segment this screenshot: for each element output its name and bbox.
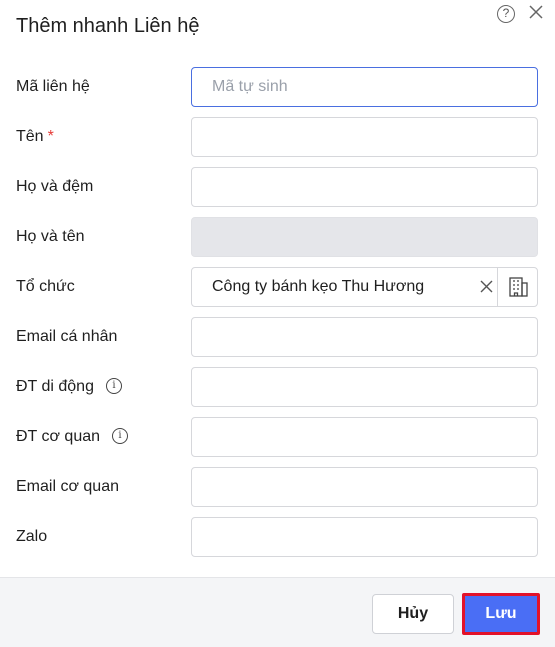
full-name-input: [191, 217, 538, 257]
mobile-phone-label: ĐT di động i: [16, 367, 122, 407]
row-work-email: Email cơ quan: [0, 467, 555, 507]
info-icon[interactable]: i: [105, 378, 122, 394]
dialog-footer: Hủy Lưu: [0, 577, 555, 647]
row-contact-code: Mã liên hệ: [0, 67, 555, 107]
first-name-label-text: Tên: [16, 128, 44, 145]
organization-field[interactable]: Công ty bánh kẹo Thu Hương: [191, 267, 538, 307]
organization-value: Công ty bánh kẹo Thu Hương: [212, 278, 425, 295]
first-name-label: Tên *: [16, 117, 54, 157]
help-icon[interactable]: ?: [497, 5, 515, 23]
quick-add-contact-dialog: Thêm nhanh Liên hệ ? Mã liên hệ Tên* Họ …: [0, 0, 555, 647]
row-zalo: Zalo: [0, 517, 555, 557]
mobile-phone-input[interactable]: [191, 367, 538, 407]
mobile-phone-label-text: ĐT di động: [16, 378, 94, 395]
contact-code-label: Mã liên hệ: [16, 78, 90, 95]
middle-name-input[interactable]: [191, 167, 538, 207]
row-full-name: Họ và tên: [0, 217, 555, 257]
zalo-input[interactable]: [191, 517, 538, 557]
row-organization: Tổ chức Công ty bánh kẹo Thu Hương: [0, 267, 555, 307]
close-icon[interactable]: [528, 4, 544, 20]
row-first-name: Tên *: [0, 117, 555, 157]
zalo-label: Zalo: [16, 528, 48, 545]
dialog-title: Thêm nhanh Liên hệ: [16, 15, 200, 37]
info-icon[interactable]: i: [112, 428, 129, 444]
work-email-input[interactable]: [191, 467, 538, 507]
office-phone-label-text: ĐT cơ quan: [16, 428, 101, 445]
full-name-label: Họ và tên: [16, 228, 85, 245]
first-name-input[interactable]: [191, 117, 538, 157]
save-button[interactable]: Lưu: [462, 593, 540, 635]
clear-icon[interactable]: [480, 280, 493, 293]
organization-label: Tổ chức: [16, 278, 75, 295]
row-office-phone: ĐT cơ quan i: [0, 417, 555, 457]
office-phone-input[interactable]: [191, 417, 538, 457]
organization-picker-button[interactable]: [498, 268, 537, 306]
required-mark: *: [47, 128, 54, 145]
row-middle-name: Họ và đệm: [0, 167, 555, 207]
row-personal-email: Email cá nhân: [0, 317, 555, 357]
personal-email-label: Email cá nhân: [16, 328, 118, 345]
cancel-button[interactable]: Hủy: [372, 594, 454, 634]
office-phone-label: ĐT cơ quan i: [16, 417, 129, 457]
middle-name-label: Họ và đệm: [16, 178, 94, 195]
work-email-label: Email cơ quan: [16, 478, 119, 495]
row-mobile-phone: ĐT di động i: [0, 367, 555, 407]
contact-code-input[interactable]: [191, 67, 538, 107]
building-icon: [509, 277, 528, 297]
personal-email-input[interactable]: [191, 317, 538, 357]
